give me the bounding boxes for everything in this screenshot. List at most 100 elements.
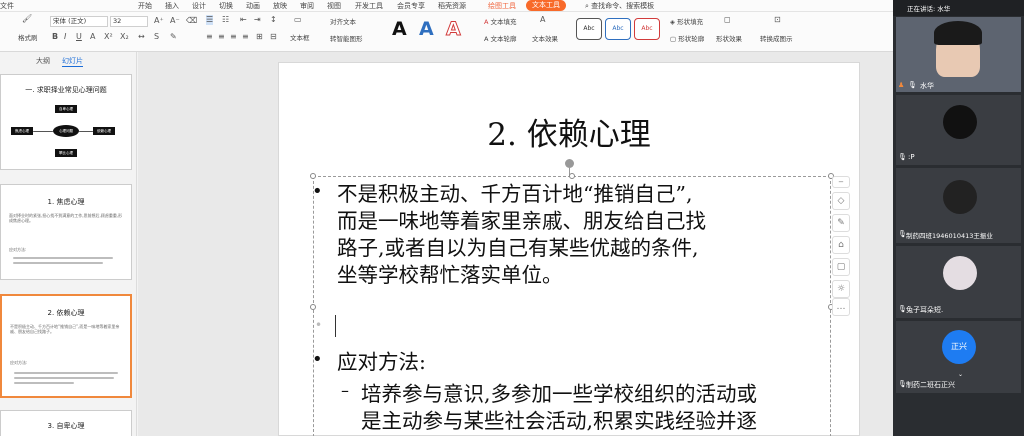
indent-decrease-icon[interactable]: ⇤: [240, 15, 247, 25]
chevron-down-icon[interactable]: ⌄: [958, 371, 963, 378]
tab-view[interactable]: 视图: [327, 1, 341, 11]
text-box-button[interactable]: 文本框: [290, 32, 310, 42]
slide-thumbnail-4[interactable]: 3. 自卑心理: [0, 410, 132, 436]
participant-tile[interactable]: 正兴 🎙 制药二班石正兴 ⌄: [896, 321, 1021, 393]
bullet-list-icon[interactable]: ☰: [206, 15, 214, 25]
avatar: [943, 180, 977, 214]
font-size-select[interactable]: 32: [110, 16, 148, 27]
highlight-icon[interactable]: ✎: [170, 32, 177, 42]
tab-slideshow[interactable]: 放映: [273, 1, 287, 11]
collapse-icon[interactable]: −: [832, 176, 850, 188]
tab-design[interactable]: 设计: [192, 1, 206, 11]
shape-style-1[interactable]: Abc: [576, 18, 602, 40]
menu-file[interactable]: 文件: [0, 1, 14, 11]
text-box-icon[interactable]: ▭: [294, 15, 302, 25]
text-shadow-icon[interactable]: S: [154, 32, 159, 42]
superscript-icon[interactable]: X²: [104, 32, 113, 42]
text-line: [13, 257, 113, 259]
shape-effect-button[interactable]: 形状效果: [716, 33, 742, 43]
participant-tile[interactable]: ♟ 🎙 水华: [896, 17, 1021, 92]
pen-icon[interactable]: ✎: [832, 214, 850, 232]
text-effect-button[interactable]: 文本效果: [532, 33, 558, 43]
italic-icon[interactable]: I: [64, 32, 66, 42]
text-style-outline[interactable]: A: [446, 18, 462, 41]
format-painter-icon[interactable]: 🖌: [22, 14, 32, 24]
text-style-black[interactable]: A: [392, 18, 407, 40]
convert-smartart-button[interactable]: 转智能图形: [330, 33, 363, 43]
tab-insert[interactable]: 插入: [165, 1, 179, 11]
meeting-header: 正在讲话: 水华: [893, 0, 1024, 16]
search-command[interactable]: ⌕ 查找命令、搜索模板: [585, 1, 654, 11]
line-spacing-icon[interactable]: ↕: [270, 15, 277, 25]
align-right-icon[interactable]: ≡: [230, 32, 237, 42]
align-left-icon[interactable]: ≡: [206, 32, 213, 42]
underline-icon[interactable]: U: [76, 32, 82, 42]
bullet-line: 而是一味地等着家里亲戚、朋友给自己找: [337, 209, 706, 233]
tab-review[interactable]: 审阅: [300, 1, 314, 11]
font-color-icon[interactable]: A: [90, 32, 95, 42]
tab-slides[interactable]: 幻灯片: [62, 56, 83, 67]
indent-increase-icon[interactable]: ⇥: [254, 15, 261, 25]
shape-outline-button[interactable]: ▢ 形状轮廓: [670, 33, 704, 43]
connector: [33, 131, 53, 132]
slide-thumbnail-1[interactable]: 一. 求职择业常见心理问题 心理问题 焦虑心理 依赖心理 自卑心理 攀比心理: [0, 74, 132, 170]
shrink-font-icon[interactable]: A⁻: [170, 16, 180, 26]
layers-icon[interactable]: ◇: [832, 192, 850, 210]
eraser-icon[interactable]: ⌂: [832, 236, 850, 254]
shape-effect-icon[interactable]: ◻: [724, 15, 731, 25]
frame-icon[interactable]: ▢: [832, 258, 850, 276]
more-icon[interactable]: …: [832, 298, 850, 316]
shape-style-2[interactable]: Abc: [605, 18, 631, 40]
format-painter-button[interactable]: 格式刷: [18, 32, 38, 42]
participant-name: 制药二班石正兴: [906, 381, 955, 389]
subscript-icon[interactable]: X₂: [120, 32, 129, 42]
convert-diagram-button[interactable]: 转换成图示: [760, 33, 793, 43]
text-outline-button[interactable]: A 文本轮廓: [484, 33, 517, 43]
align-center-icon[interactable]: ≡: [218, 32, 225, 42]
shape-fill-button[interactable]: ◈ 形状填充: [670, 16, 703, 26]
participant-initial-avatar[interactable]: 正兴: [942, 330, 976, 364]
char-spacing-icon[interactable]: ↔: [138, 32, 145, 42]
current-slide[interactable]: 2. 依赖心理 • 不是积极主动、千方百计地“推销自己”, 而是一味地等着家里亲…: [278, 62, 860, 436]
participant-tile[interactable]: 🎙 兔子耳朵短.: [896, 246, 1021, 318]
tab-transition[interactable]: 切换: [219, 1, 233, 11]
avatar: [943, 105, 977, 139]
tab-drawing-tools[interactable]: 绘图工具: [488, 1, 516, 11]
numbered-list-icon[interactable]: ☷: [222, 15, 229, 25]
font-name-select[interactable]: 宋体 (正文): [50, 16, 108, 27]
lightbulb-icon[interactable]: ☼: [832, 280, 850, 298]
text-effect-icon[interactable]: A: [540, 15, 545, 25]
tab-member[interactable]: 会员专享: [397, 1, 425, 11]
text-fill-button[interactable]: A 文本填充: [484, 16, 517, 26]
grow-font-icon[interactable]: A⁺: [154, 16, 164, 26]
convert-diagram-icon[interactable]: ⊡: [774, 15, 781, 25]
mic-muted-icon: 🎙: [898, 153, 907, 161]
columns-icon[interactable]: ⊟: [270, 32, 277, 42]
slide-title[interactable]: 2. 依赖心理: [279, 109, 859, 154]
bold-icon[interactable]: B: [52, 32, 58, 42]
participant-tile[interactable]: 🎙 制药四班1946010413王振业: [896, 168, 1021, 243]
resize-handle-w[interactable]: [310, 304, 316, 310]
search-icon: ⌕: [585, 2, 589, 10]
resize-handle-nw[interactable]: [310, 173, 316, 179]
participant-tile[interactable]: 🎙 :P: [896, 95, 1021, 165]
align-text-button[interactable]: 对齐文本: [330, 16, 356, 26]
tab-animation[interactable]: 动画: [246, 1, 260, 11]
clear-format-icon[interactable]: ⌫: [186, 16, 197, 26]
shape-style-3[interactable]: Abc: [634, 18, 660, 40]
tab-docer[interactable]: 稻壳资源: [438, 1, 466, 11]
rotate-handle[interactable]: [565, 159, 574, 168]
text-line: [14, 372, 118, 374]
tab-developer[interactable]: 开发工具: [355, 1, 383, 11]
tab-text-tools[interactable]: 文本工具: [526, 0, 566, 11]
distribute-icon[interactable]: ⊞: [256, 32, 263, 42]
resize-handle-n[interactable]: [569, 173, 575, 179]
tab-home[interactable]: 开始: [138, 1, 152, 11]
tab-outline[interactable]: 大纲: [36, 56, 50, 66]
slide-thumbnail-3[interactable]: 2. 依赖心理 不是积极主动、千方百计地“推销自己”,而是一味地等着家里亲戚、朋…: [0, 294, 132, 398]
text-style-blue[interactable]: A: [419, 18, 434, 40]
slide-thumbnail-2[interactable]: 1. 焦虑心理 面对择业时的紧张,担心找不到满意的工作,思前想后,顾虑重重,形成…: [0, 184, 132, 280]
justify-icon[interactable]: ≡: [242, 32, 249, 42]
bullet-heading: 应对方法:: [337, 350, 426, 374]
text-fill-icon: A: [484, 18, 489, 26]
